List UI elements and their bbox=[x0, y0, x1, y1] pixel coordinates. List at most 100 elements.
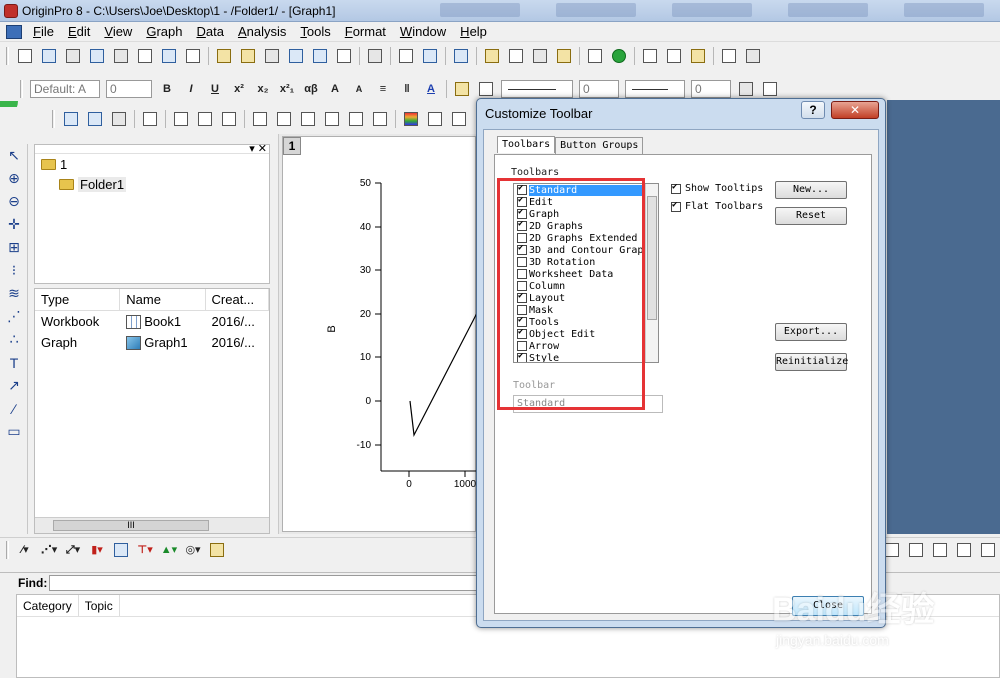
toolbar-grip[interactable] bbox=[20, 80, 23, 98]
align-center-icon[interactable] bbox=[906, 540, 926, 560]
new-function-icon[interactable] bbox=[135, 46, 155, 66]
layer-icon[interactable] bbox=[171, 109, 191, 129]
toolbar-item-3d-contour[interactable]: 3D and Contour Graph bbox=[514, 243, 658, 256]
header-category[interactable]: Category bbox=[17, 595, 79, 616]
toolbar-item-tools[interactable]: Tools bbox=[514, 315, 658, 328]
menu-view[interactable]: View bbox=[97, 24, 139, 39]
checkbox[interactable] bbox=[517, 351, 527, 362]
merge-graphs-icon[interactable] bbox=[195, 109, 215, 129]
group-objects-icon[interactable] bbox=[954, 540, 974, 560]
print-icon[interactable] bbox=[365, 46, 385, 66]
superscript-button[interactable]: x² bbox=[229, 79, 249, 99]
checkbox[interactable] bbox=[517, 233, 527, 243]
new-excel-icon[interactable] bbox=[63, 46, 83, 66]
show-tooltips-checkbox[interactable] bbox=[671, 182, 681, 194]
command-window-icon[interactable] bbox=[506, 46, 526, 66]
mask-points-icon[interactable]: ∴ bbox=[0, 328, 28, 351]
zoom-out-tool-icon[interactable]: ⊖ bbox=[0, 190, 28, 213]
settings-gear-icon[interactable] bbox=[554, 46, 574, 66]
supsub-button[interactable]: x²₁ bbox=[277, 79, 297, 99]
bold-button[interactable]: B bbox=[157, 79, 177, 99]
menu-graph[interactable]: Graph bbox=[139, 24, 189, 39]
data-selector-icon[interactable]: ⁝ bbox=[0, 259, 28, 282]
font-color-icon[interactable]: A bbox=[421, 79, 441, 99]
toolbar-item-mask[interactable]: Mask bbox=[514, 304, 658, 316]
toolbar-item-style[interactable]: Style bbox=[514, 351, 658, 362]
axis-box-icon[interactable] bbox=[322, 109, 342, 129]
cut-icon[interactable] bbox=[640, 46, 660, 66]
checkbox[interactable] bbox=[517, 207, 527, 219]
ungroup-objects-icon[interactable] bbox=[978, 540, 998, 560]
italic-button[interactable]: I bbox=[181, 79, 201, 99]
menu-window[interactable]: Window bbox=[393, 24, 453, 39]
header-created[interactable]: Creat... bbox=[206, 289, 270, 310]
header-type[interactable]: Type bbox=[35, 289, 121, 310]
scroll-thumb[interactable] bbox=[647, 196, 657, 320]
layer-tab[interactable]: 1 bbox=[283, 137, 301, 155]
toolbar-item-arrow[interactable]: Arrow bbox=[514, 340, 658, 352]
text-tool-icon[interactable]: T bbox=[0, 351, 28, 374]
polar-plot-icon[interactable]: ◎▾ bbox=[183, 540, 203, 560]
checkbox[interactable] bbox=[517, 269, 527, 279]
checkbox[interactable] bbox=[517, 327, 527, 339]
rescale-icon[interactable] bbox=[140, 109, 160, 129]
border-pattern-icon[interactable] bbox=[760, 79, 780, 99]
flat-toolbars-checkbox[interactable] bbox=[671, 200, 681, 212]
tab-toolbars[interactable]: Toolbars bbox=[497, 136, 556, 153]
open-excel-icon[interactable] bbox=[262, 46, 282, 66]
origin-green-icon[interactable] bbox=[609, 46, 629, 66]
toolbar-item-edit[interactable]: Edit bbox=[514, 195, 658, 208]
scatter-plot-icon[interactable]: ⋰▾ bbox=[39, 540, 59, 560]
table-icon[interactable] bbox=[449, 109, 469, 129]
toolbar-item-layout[interactable]: Layout bbox=[514, 291, 658, 304]
fill-color-icon[interactable] bbox=[452, 79, 472, 99]
whole-page-icon[interactable] bbox=[109, 109, 129, 129]
draw-data-icon[interactable]: ≋ bbox=[0, 282, 28, 305]
save-template-icon[interactable] bbox=[310, 46, 330, 66]
font-size-combo[interactable]: 0 bbox=[106, 80, 152, 98]
axis-right-icon[interactable] bbox=[298, 109, 318, 129]
line-color-icon[interactable] bbox=[476, 79, 496, 99]
graph-template-icon[interactable] bbox=[111, 540, 131, 560]
show-tooltips-option[interactable]: Show Tooltips bbox=[671, 182, 763, 194]
decrease-font-button[interactable]: A bbox=[349, 79, 369, 99]
reset-button[interactable]: Reset bbox=[775, 207, 847, 225]
zoom-in-tool-icon[interactable]: ⊕ bbox=[0, 167, 28, 190]
toolbar-item-2d-graphs-extended[interactable]: 2D Graphs Extended bbox=[514, 232, 658, 244]
arrow-tool-icon[interactable]: ↗ bbox=[0, 374, 28, 397]
checkbox[interactable] bbox=[517, 291, 527, 303]
refresh-icon[interactable] bbox=[420, 46, 440, 66]
font-combo[interactable]: Default: A bbox=[30, 80, 100, 98]
checkbox[interactable] bbox=[517, 184, 527, 195]
axis-left-icon[interactable] bbox=[250, 109, 270, 129]
horizontal-scrollbar[interactable]: III bbox=[35, 517, 269, 533]
region-of-interest-icon[interactable]: ⋰ bbox=[0, 305, 28, 328]
project-explorer-icon[interactable] bbox=[451, 46, 471, 66]
checkbox[interactable] bbox=[517, 315, 527, 327]
header-name[interactable]: Name bbox=[120, 289, 206, 310]
toolbar-item-standard[interactable]: Standard bbox=[514, 184, 658, 196]
export-button[interactable]: Export... bbox=[775, 323, 847, 341]
list-item[interactable]: Graph Graph1 2016/... bbox=[35, 332, 269, 353]
menu-edit[interactable]: Edit bbox=[61, 24, 97, 39]
list-item[interactable]: Workbook Book1 2016/... bbox=[35, 311, 269, 332]
new-button[interactable]: New... bbox=[775, 181, 847, 199]
header-topic[interactable]: Topic bbox=[79, 595, 120, 616]
find-input[interactable] bbox=[49, 574, 490, 591]
checkbox[interactable] bbox=[517, 243, 527, 255]
pattern-combo[interactable] bbox=[625, 80, 685, 98]
axis-grid-icon[interactable] bbox=[370, 109, 390, 129]
new-project-icon[interactable] bbox=[15, 46, 35, 66]
checkbox[interactable] bbox=[517, 281, 527, 291]
checkbox[interactable] bbox=[517, 341, 527, 351]
template-library-icon[interactable] bbox=[207, 540, 227, 560]
toolbar-grip[interactable] bbox=[6, 47, 9, 65]
paste-icon[interactable] bbox=[688, 46, 708, 66]
copy-icon[interactable] bbox=[664, 46, 684, 66]
data-reader-icon[interactable]: ⊞ bbox=[0, 236, 28, 259]
duplicate-icon[interactable] bbox=[396, 46, 416, 66]
checkbox[interactable] bbox=[517, 219, 527, 231]
help-button[interactable]: ? bbox=[801, 101, 825, 119]
checkbox[interactable] bbox=[517, 257, 527, 267]
dialog-close-icon[interactable]: ✕ bbox=[831, 101, 879, 119]
